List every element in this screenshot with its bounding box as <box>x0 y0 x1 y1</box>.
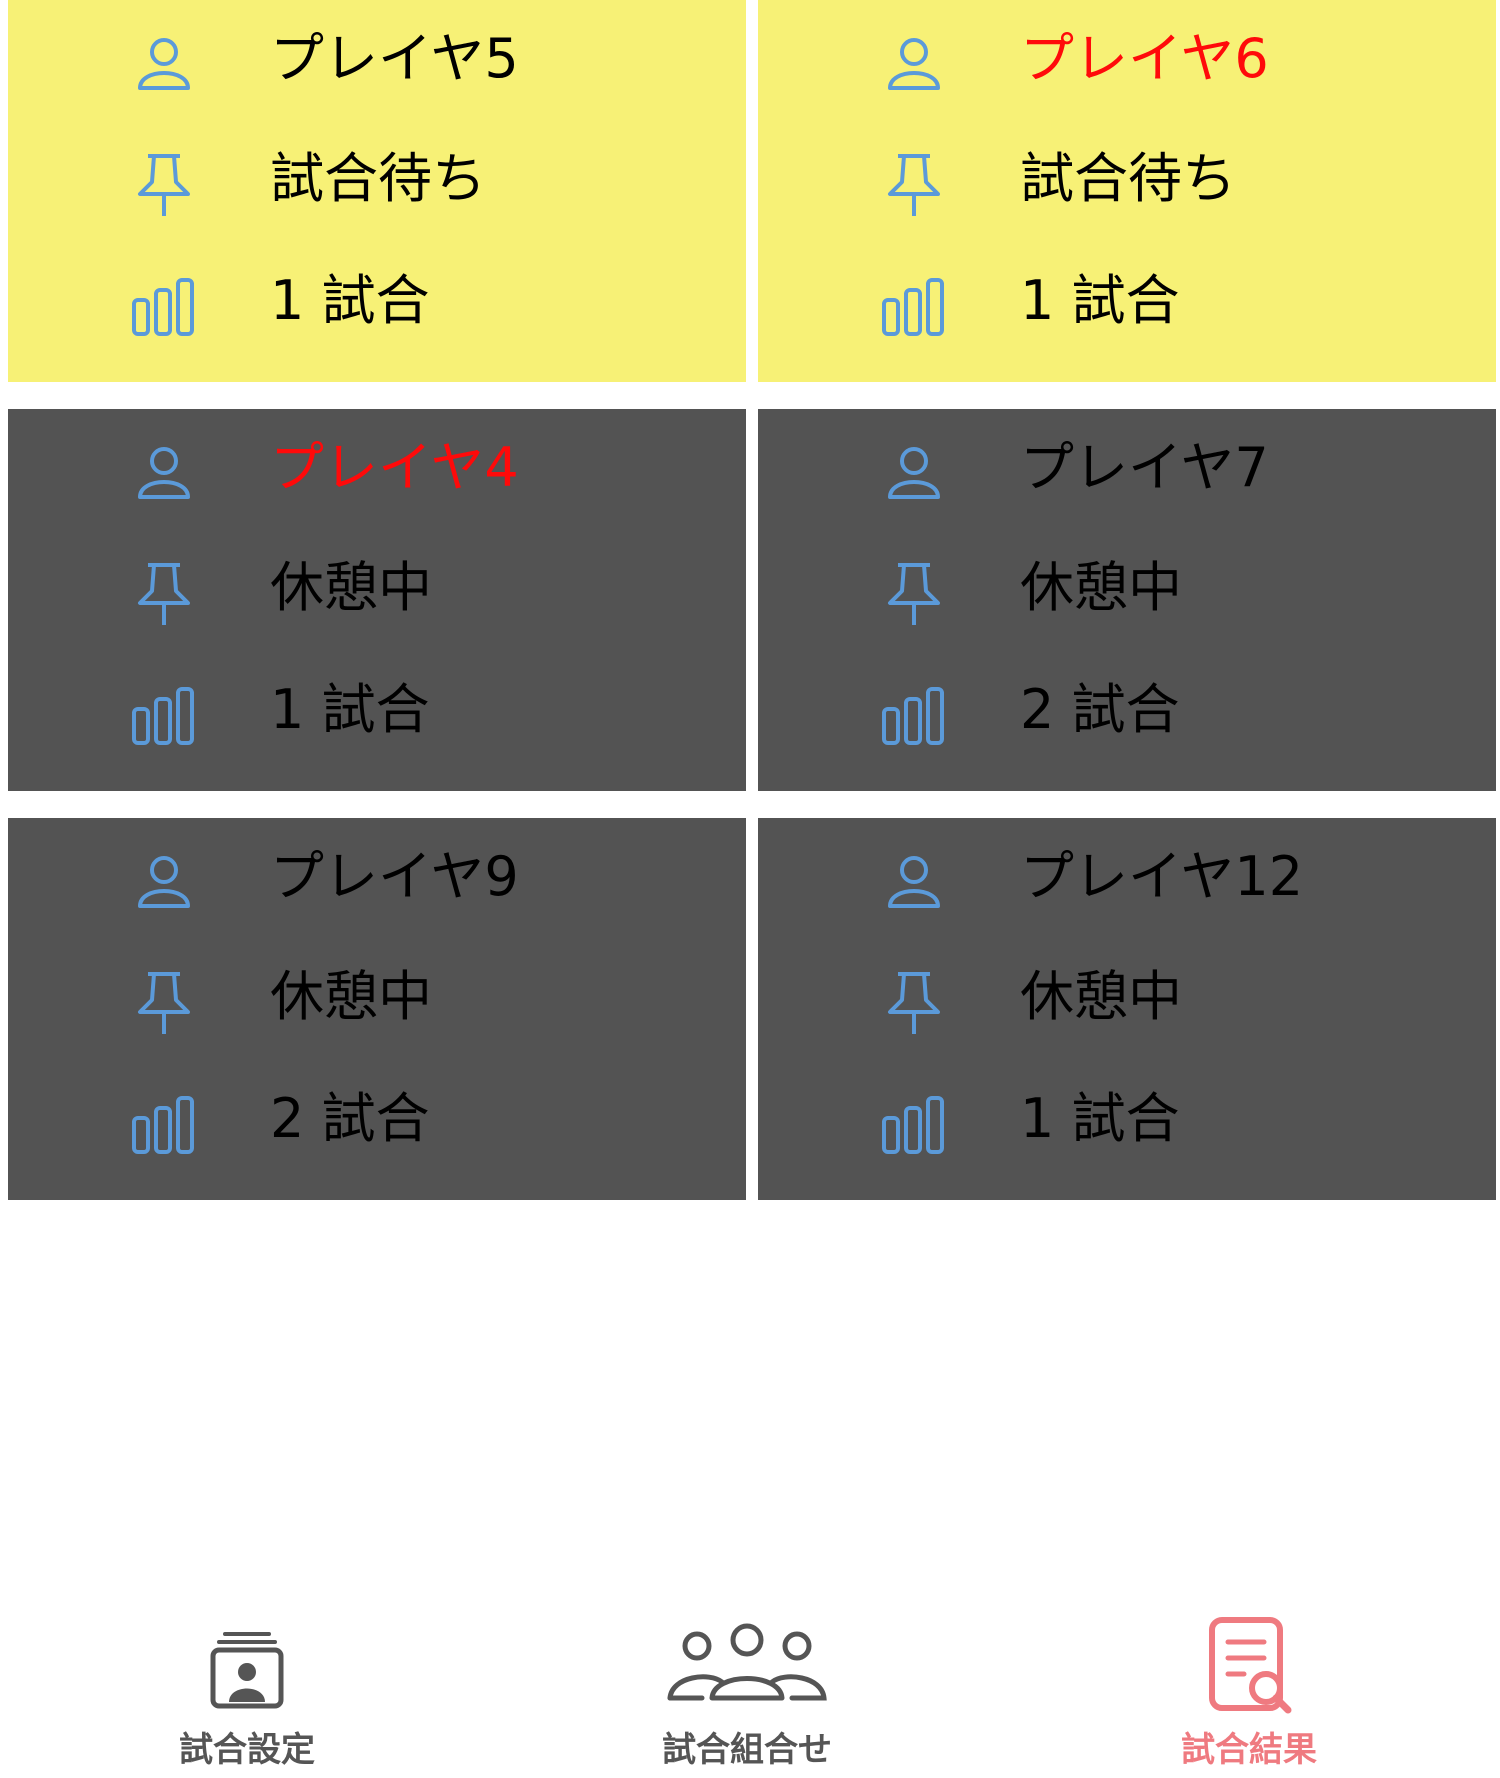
document-search-icon <box>1204 1616 1294 1716</box>
player-name: プレイヤ12 <box>1020 845 1304 908</box>
pin-icon <box>132 970 196 1034</box>
person-icon <box>882 850 946 914</box>
person-icon <box>132 441 196 505</box>
player-status: 休憩中 <box>1020 965 1182 1028</box>
pin-icon <box>882 561 946 625</box>
person-icon <box>882 32 946 96</box>
person-icon <box>132 850 196 914</box>
pin-icon <box>132 152 196 216</box>
player-card[interactable]: プレイヤ6 試合待ち 1 試合 <box>758 0 1496 382</box>
player-card[interactable]: プレイヤ7 休憩中 2 試合 <box>758 409 1496 791</box>
player-match-count: 2 試合 <box>1020 678 1180 741</box>
person-icon <box>882 441 946 505</box>
player-match-count: 1 試合 <box>1020 269 1180 332</box>
bar-chart-icon <box>132 1092 196 1156</box>
bottom-tab-bar: 試合設定 試合組合せ 試合結果 <box>0 1590 1500 1778</box>
player-name: プレイヤ4 <box>270 436 519 499</box>
bar-chart-icon <box>132 683 196 747</box>
people-group-icon <box>662 1616 832 1716</box>
bar-chart-icon <box>132 274 196 338</box>
tab-label: 試合組合せ <box>662 1730 832 1770</box>
player-name: プレイヤ7 <box>1020 436 1269 499</box>
tab-match-results[interactable]: 試合結果 <box>1099 1590 1399 1778</box>
player-card[interactable]: プレイヤ5 試合待ち 1 試合 <box>8 0 746 382</box>
tab-label: 試合結果 <box>1181 1730 1317 1770</box>
player-card[interactable]: プレイヤ12 休憩中 1 試合 <box>758 818 1496 1200</box>
bar-chart-icon <box>882 683 946 747</box>
tab-match-settings[interactable]: 試合設定 <box>97 1590 397 1778</box>
player-status: 試合待ち <box>1020 147 1236 210</box>
player-match-count: 1 試合 <box>270 269 430 332</box>
player-grid: プレイヤ5 試合待ち 1 試合 プレイヤ6 試合待ち 1 試合 プレイヤ4 休憩… <box>8 0 1496 1200</box>
player-status: 試合待ち <box>270 147 486 210</box>
bar-chart-icon <box>882 1092 946 1156</box>
player-card[interactable]: プレイヤ9 休憩中 2 試合 <box>8 818 746 1200</box>
pin-icon <box>132 561 196 625</box>
player-match-count: 1 試合 <box>270 678 430 741</box>
match-settings-icon <box>207 1616 287 1716</box>
pin-icon <box>882 970 946 1034</box>
player-match-count: 2 試合 <box>270 1087 430 1150</box>
player-name: プレイヤ5 <box>270 27 519 90</box>
player-status: 休憩中 <box>1020 556 1182 619</box>
player-name: プレイヤ9 <box>270 845 519 908</box>
person-icon <box>132 32 196 96</box>
player-status: 休憩中 <box>270 965 432 1028</box>
player-match-count: 1 試合 <box>1020 1087 1180 1150</box>
player-name: プレイヤ6 <box>1020 27 1269 90</box>
player-card[interactable]: プレイヤ4 休憩中 1 試合 <box>8 409 746 791</box>
player-status: 休憩中 <box>270 556 432 619</box>
tab-match-pairing[interactable]: 試合組合せ <box>597 1590 897 1778</box>
tab-label: 試合設定 <box>179 1730 315 1770</box>
pin-icon <box>882 152 946 216</box>
bar-chart-icon <box>882 274 946 338</box>
